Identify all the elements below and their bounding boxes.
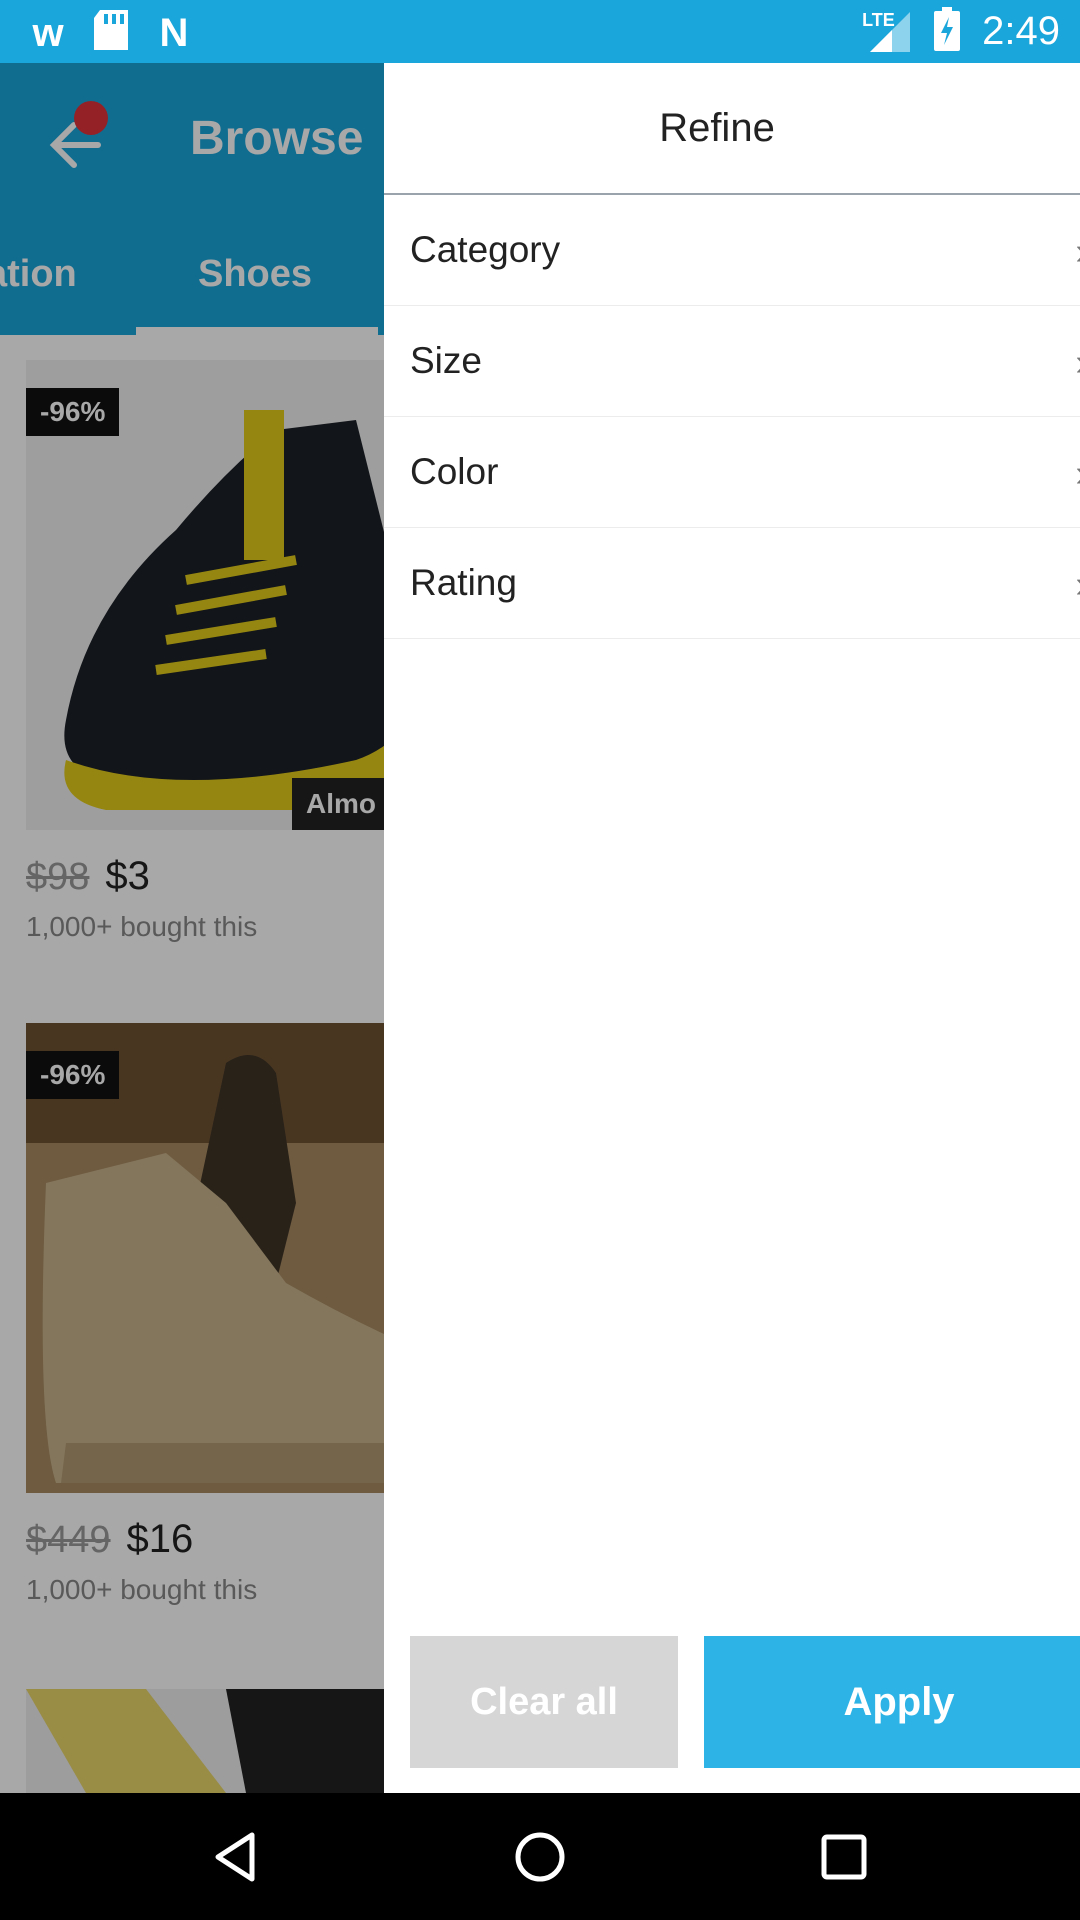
back-triangle-icon[interactable] [206,1827,266,1887]
refine-drawer: Refine Category › Size › Color › Rating … [384,63,1080,1793]
filter-category[interactable]: Category › [384,195,1080,306]
chevron-right-icon: › [1075,564,1080,607]
drawer-header: Refine [384,63,1080,195]
filter-rating[interactable]: Rating › [384,528,1080,639]
n-logo-icon: N [159,10,189,55]
filter-color[interactable]: Color › [384,417,1080,528]
filter-label: Category [410,229,561,270]
battery-charging-icon [934,6,961,56]
chevron-right-icon: › [1075,453,1080,496]
clear-all-button[interactable]: Clear all [410,1636,678,1768]
filter-label: Size [410,340,482,381]
filter-label: Color [410,451,499,492]
chevron-right-icon: › [1075,342,1080,385]
filter-size[interactable]: Size › [384,306,1080,417]
status-left-icons: w N [24,10,198,55]
filter-label: Rating [410,562,517,603]
chevron-right-icon: › [1075,231,1080,274]
home-circle-icon[interactable] [510,1827,570,1887]
apply-button[interactable]: Apply [704,1636,1080,1768]
wish-logo-icon: w [32,10,64,55]
drawer-footer: Clear all Apply [384,1636,1080,1768]
sd-card-icon [94,10,128,55]
system-nav-bar [0,1793,1080,1920]
drawer-title: Refine [659,105,775,150]
status-time: 2:49 [982,9,1060,53]
status-right: LTE 2:49 [862,6,1060,56]
recents-square-icon[interactable] [814,1827,874,1887]
status-bar: w N LTE 2:49 [0,0,1080,63]
lte-signal-icon: LTE [862,6,912,56]
